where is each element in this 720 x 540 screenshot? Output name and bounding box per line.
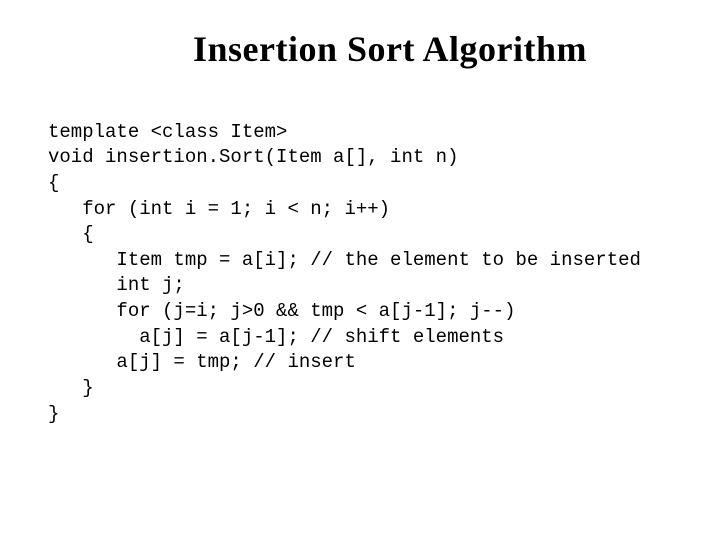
code-line: Item tmp = a[i]; // the element to be in… <box>48 249 641 271</box>
code-line: } <box>48 403 59 425</box>
slide-title: Insertion Sort Algorithm <box>108 28 672 70</box>
code-line: { <box>48 172 59 194</box>
code-line: void insertion.Sort(Item a[], int n) <box>48 146 458 168</box>
code-block: template <class Item> void insertion.Sor… <box>48 94 672 453</box>
code-line: { <box>48 223 94 245</box>
code-line: int j; <box>48 274 185 296</box>
code-line: template <class Item> <box>48 121 287 143</box>
code-line: for (j=i; j>0 && tmp < a[j-1]; j--) <box>48 300 515 322</box>
slide-container: Insertion Sort Algorithm template <class… <box>0 0 720 540</box>
code-line: a[j] = a[j-1]; // shift elements <box>48 326 504 348</box>
code-line: a[j] = tmp; // insert <box>48 351 356 373</box>
code-line: } <box>48 377 94 399</box>
code-line: for (int i = 1; i < n; i++) <box>48 198 390 220</box>
